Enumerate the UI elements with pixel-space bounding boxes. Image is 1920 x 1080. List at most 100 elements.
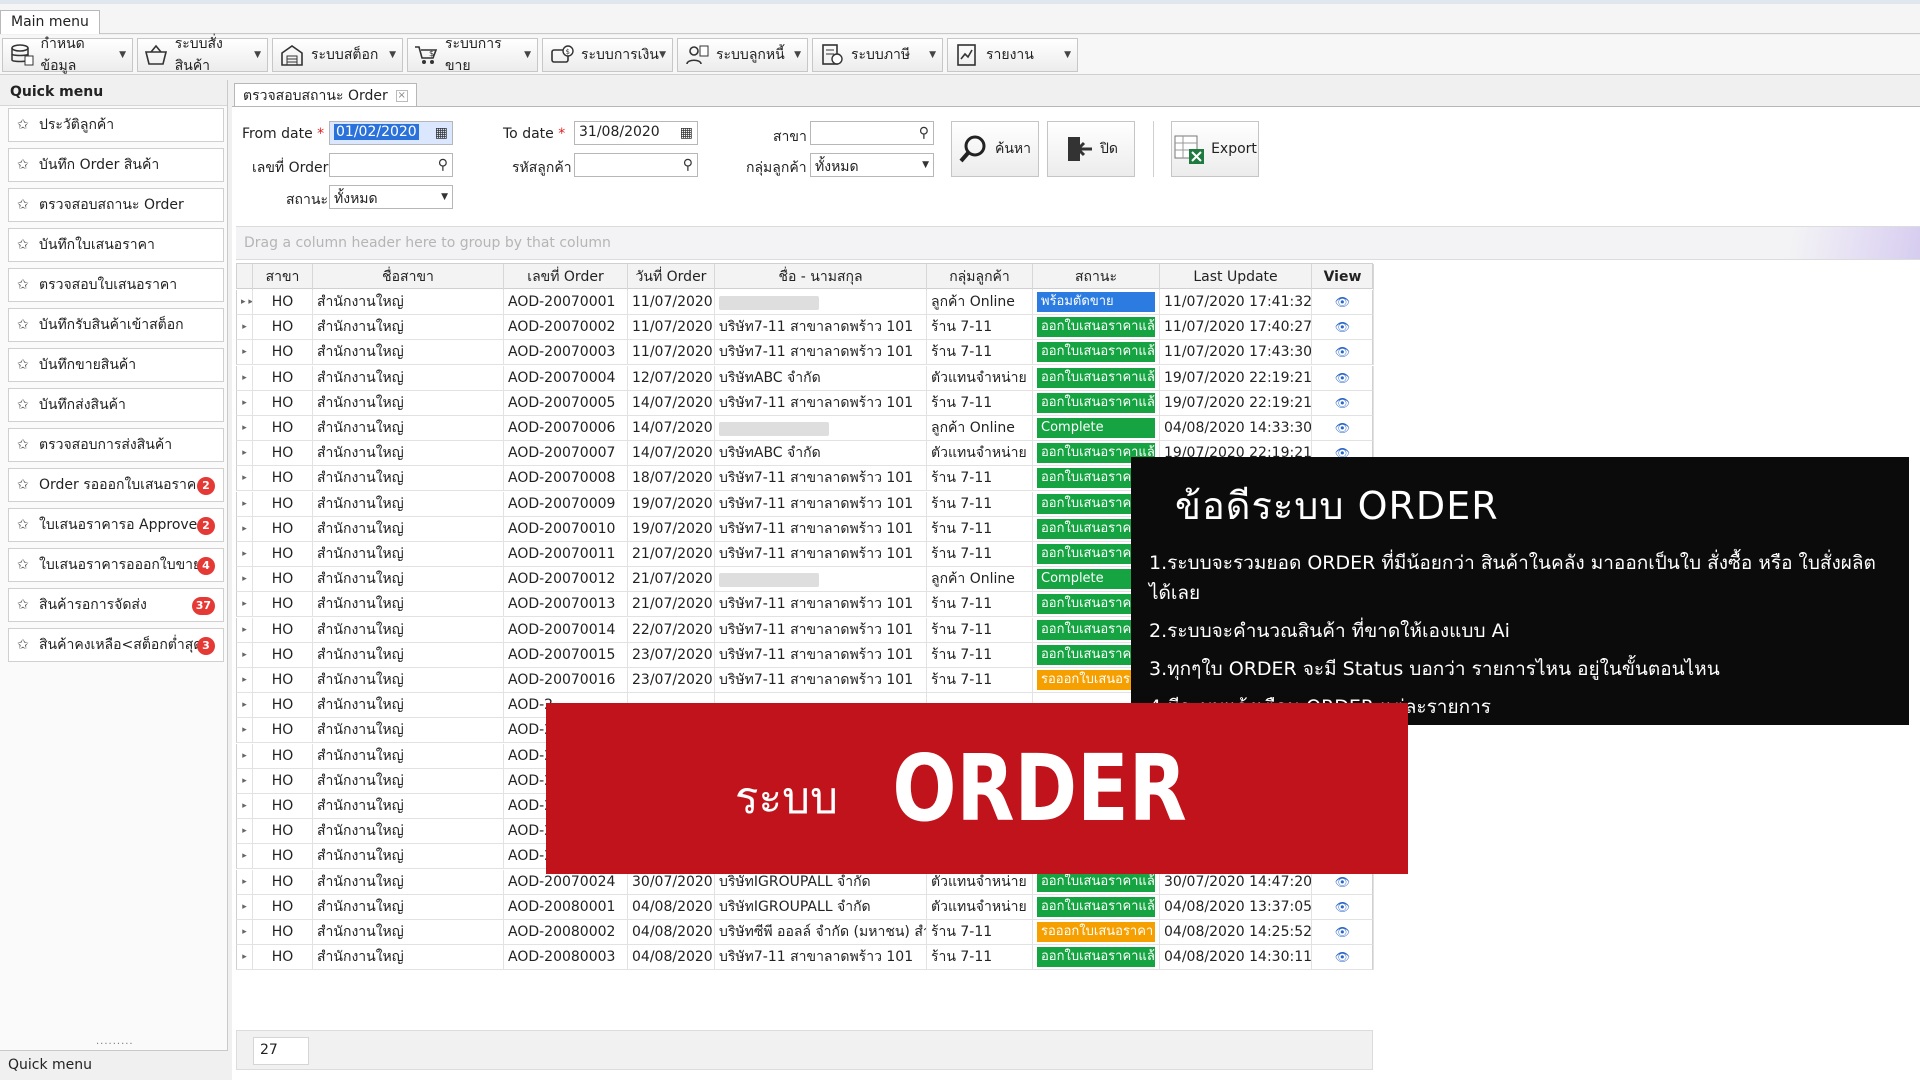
tab-order-status[interactable]: ตรวจสอบสถานะ Order × bbox=[234, 83, 417, 107]
view-eye-icon[interactable]: 👁 bbox=[1312, 390, 1374, 416]
quick-menu-item[interactable]: ✩ ประวัติลูกค้า bbox=[8, 108, 224, 142]
table-row[interactable]: ▸ HO สำนักงานใหญ่ AOD-20070004 12/07/2020 บริ… bbox=[236, 365, 1374, 391]
toolbar-menu-5[interactable]: ระบบลูกหนี้ ▼ bbox=[677, 38, 808, 72]
quick-menu-item[interactable]: ✩ บันทึกรับสินค้าเข้าสต็อก bbox=[8, 308, 224, 342]
column-header[interactable]: สาขา bbox=[253, 264, 313, 290]
table-row[interactable]: ▸ HO สำนักงานใหญ่ AOD-20080001 04/08/2020 บริ… bbox=[236, 894, 1374, 920]
row-expand-icon[interactable]: ▸ bbox=[237, 718, 253, 744]
quick-menu-footer[interactable]: Quick menu bbox=[0, 1050, 228, 1080]
row-expand-icon[interactable]: ▸ bbox=[237, 592, 253, 618]
dropdown-arrow-icon[interactable]: ▼ bbox=[794, 50, 801, 60]
row-expand-icon[interactable]: ▸ bbox=[237, 844, 253, 870]
row-expand-icon[interactable]: ▸ bbox=[237, 819, 253, 845]
row-expand-icon[interactable]: ▸ bbox=[237, 542, 253, 567]
customer-code-field[interactable]: ⚲ bbox=[574, 153, 698, 177]
close-button[interactable]: ปิด bbox=[1047, 121, 1135, 177]
quick-menu-item[interactable]: ✩ บันทึกใบเสนอราคา bbox=[8, 228, 224, 262]
order-no-field[interactable]: ⚲ bbox=[329, 153, 453, 177]
dropdown-arrow-icon[interactable]: ▼ bbox=[1064, 50, 1071, 60]
column-header[interactable]: View bbox=[1312, 264, 1374, 290]
search-icon[interactable]: ⚲ bbox=[438, 157, 448, 173]
toolbar-menu-1[interactable]: ระบบสั่งสินค้า ▼ bbox=[137, 36, 268, 74]
table-row[interactable]: ▸ HO สำนักงานใหญ่ AOD-20080002 04/08/2020 บริ… bbox=[236, 920, 1374, 945]
dropdown-arrow-icon[interactable]: ▼ bbox=[389, 50, 396, 60]
column-header[interactable]: เลขที่ Order bbox=[504, 264, 628, 290]
column-header[interactable]: สถานะ bbox=[1033, 264, 1160, 290]
calendar-icon[interactable]: ▦ bbox=[435, 125, 448, 141]
table-row[interactable]: ▸ HO สำนักงานใหญ่ AOD-20070002 11/07/2020 บริ… bbox=[236, 315, 1374, 341]
row-expand-icon[interactable]: ▸ bbox=[237, 693, 253, 719]
row-expand-icon[interactable]: ▸ bbox=[237, 441, 253, 467]
column-header[interactable]: Last Update bbox=[1160, 264, 1312, 290]
view-eye-icon[interactable]: 👁 bbox=[1312, 290, 1374, 315]
toolbar-menu-7[interactable]: รายงาน ▼ bbox=[947, 38, 1078, 72]
quick-menu-item[interactable]: ✩ ใบเสนอราคารอออกใบขาย 4 bbox=[8, 548, 224, 582]
dropdown-arrow-icon[interactable]: ▼ bbox=[119, 50, 126, 60]
row-expand-icon[interactable]: ▸ bbox=[237, 869, 253, 895]
column-header[interactable]: ชื่อ - นามสกุล bbox=[715, 264, 927, 290]
row-expand-icon[interactable]: ▸ bbox=[237, 340, 253, 366]
dropdown-arrow-icon[interactable]: ▼ bbox=[254, 50, 261, 60]
table-row[interactable]: ▸ HO สำนักงานใหญ่ AOD-20070006 14/07/2020 ลูก… bbox=[236, 416, 1374, 441]
row-expand-icon[interactable]: ▸ bbox=[237, 743, 253, 769]
dropdown-arrow-icon[interactable]: ▼ bbox=[524, 50, 531, 60]
table-row[interactable]: ▸ HO สำนักงานใหญ่ AOD-20070005 14/07/2020 บริ… bbox=[236, 390, 1374, 416]
quick-menu-item[interactable]: ✩ ตรวจสอบสถานะ Order bbox=[8, 188, 224, 222]
row-expand-icon[interactable]: ▸ bbox=[237, 668, 253, 693]
column-header[interactable]: ชื่อสาขา bbox=[313, 264, 504, 290]
row-expand-icon[interactable]: ▸ bbox=[237, 365, 253, 391]
calendar-icon[interactable]: ▦ bbox=[680, 125, 693, 141]
from-date-field[interactable]: 01/02/2020 ▦ bbox=[329, 121, 453, 145]
row-expand-icon[interactable]: ▸ bbox=[237, 945, 253, 971]
dropdown-arrow-icon[interactable]: ▼ bbox=[659, 50, 666, 60]
toolbar-menu-0[interactable]: กำหนดข้อมูล ▼ bbox=[2, 36, 133, 74]
quick-menu-item[interactable]: ✩ บันทึก Order สินค้า bbox=[8, 148, 224, 182]
quick-menu-item[interactable]: ✩ ใบเสนอราคารอ Approve 2 bbox=[8, 508, 224, 542]
column-header[interactable]: วันที่ Order bbox=[628, 264, 715, 290]
view-eye-icon[interactable]: 👁 bbox=[1312, 416, 1374, 441]
export-button[interactable]: Export bbox=[1171, 121, 1259, 177]
quick-menu-item[interactable]: ✩ ตรวจสอบใบเสนอราคา bbox=[8, 268, 224, 302]
row-expand-icon[interactable]: ▸ bbox=[237, 794, 253, 819]
customer-group-select[interactable]: ทั้งหมด ▼ bbox=[810, 153, 934, 177]
row-expand-icon[interactable]: ▸ bbox=[237, 567, 253, 593]
to-date-field[interactable]: 31/08/2020 ▦ bbox=[574, 121, 698, 145]
toolbar-menu-6[interactable]: ระบบภาษี ▼ bbox=[812, 38, 943, 72]
row-expand-icon[interactable]: ▸ bbox=[237, 617, 253, 643]
group-by-panel[interactable]: Drag a column header here to group by th… bbox=[236, 226, 1920, 260]
view-eye-icon[interactable]: 👁 bbox=[1312, 894, 1374, 920]
row-expand-icon[interactable]: ▸ bbox=[237, 416, 253, 441]
status-select[interactable]: ทั้งหมด ▼ bbox=[329, 185, 453, 209]
row-expand-icon[interactable]: ▸ bbox=[237, 894, 253, 920]
quick-menu-item[interactable]: ✩ ตรวจสอบการส่งสินค้า bbox=[8, 428, 224, 462]
view-eye-icon[interactable]: 👁 bbox=[1312, 340, 1374, 366]
close-tab-icon[interactable]: × bbox=[395, 89, 408, 102]
toolbar-menu-4[interactable]: $ ระบบการเงิน ▼ bbox=[542, 38, 673, 72]
row-expand-icon[interactable]: ▸ bbox=[237, 390, 253, 416]
row-expand-icon[interactable]: ▸ bbox=[237, 315, 253, 341]
dropdown-arrow-icon[interactable]: ▼ bbox=[929, 50, 936, 60]
view-eye-icon[interactable]: 👁 bbox=[1312, 315, 1374, 341]
quick-menu-splitter[interactable]: ......... bbox=[96, 1036, 134, 1047]
quick-menu-item[interactable]: ✩ บันทึกขายสินค้า bbox=[8, 348, 224, 382]
column-header[interactable]: กลุ่มลูกค้า bbox=[927, 264, 1033, 290]
table-row[interactable]: ▸ HO สำนักงานใหญ่ AOD-20080003 04/08/2020 บริ… bbox=[236, 945, 1374, 971]
row-expand-icon[interactable]: ▸ bbox=[237, 642, 253, 668]
table-row[interactable]: ▸ HO สำนักงานใหญ่ AOD-20070003 11/07/2020 บริ… bbox=[236, 340, 1374, 366]
quick-menu-item[interactable]: ✩ สินค้าคงเหลือ<สต็อกต่ำสุด 3 bbox=[8, 628, 224, 662]
quick-menu-item[interactable]: ✩ บันทึกส่งสินค้า bbox=[8, 388, 224, 422]
main-menu-tab[interactable]: Main menu bbox=[0, 10, 100, 34]
row-expand-icon[interactable]: ▸ bbox=[237, 768, 253, 794]
view-eye-icon[interactable]: 👁 bbox=[1312, 365, 1374, 391]
table-row[interactable]: ▸ ▸ HO สำนักงานใหญ่ AOD-20070001 11/07/2020 ล… bbox=[236, 290, 1374, 315]
row-expand-icon[interactable]: ▸ bbox=[237, 491, 253, 517]
search-button[interactable]: ค้นหา bbox=[951, 121, 1039, 177]
search-icon[interactable]: ⚲ bbox=[683, 157, 693, 173]
toolbar-menu-3[interactable]: $ ระบบการขาย ▼ bbox=[407, 36, 538, 74]
view-eye-icon[interactable]: 👁 bbox=[1312, 945, 1374, 971]
chevron-down-icon[interactable]: ▼ bbox=[922, 160, 929, 170]
row-expand-icon[interactable]: ▸ ▸ bbox=[237, 290, 253, 315]
chevron-down-icon[interactable]: ▼ bbox=[441, 192, 448, 202]
toolbar-menu-2[interactable]: ระบบสต็อก ▼ bbox=[272, 38, 403, 72]
quick-menu-item[interactable]: ✩ สินค้ารอการจัดส่ง 37 bbox=[8, 588, 224, 622]
